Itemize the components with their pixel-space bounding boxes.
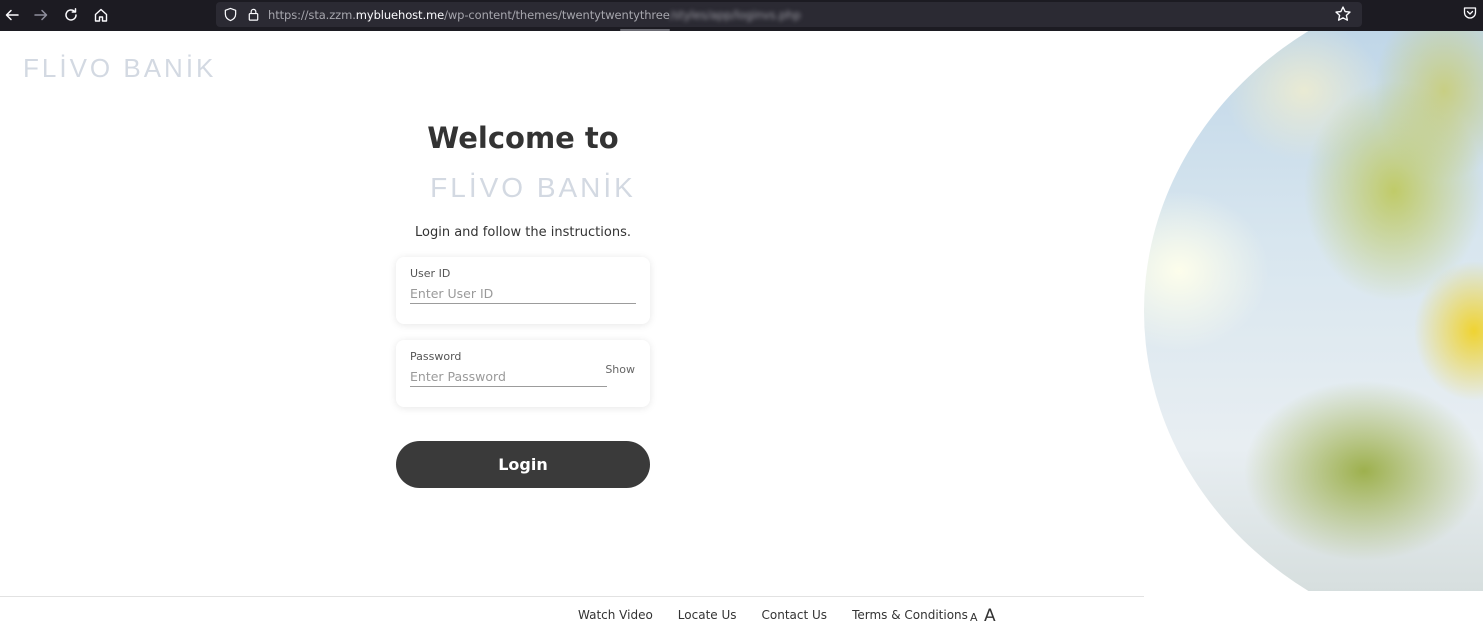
footer-link-terms[interactable]: Terms & Conditions bbox=[852, 608, 968, 622]
text-size-decrease[interactable]: A bbox=[970, 611, 979, 624]
url-text: https://sta.zzm.mybluehost.me/wp-content… bbox=[268, 8, 801, 22]
password-label: Password bbox=[410, 350, 462, 363]
footer-divider bbox=[0, 596, 1144, 597]
url-path: /wp-content/themes/twentytwentythree bbox=[444, 8, 670, 22]
footer-link-locate-us[interactable]: Locate Us bbox=[678, 608, 737, 622]
url-host: mybluehost.me bbox=[355, 8, 445, 22]
hero-image bbox=[1144, 31, 1483, 591]
user-id-label: User ID bbox=[410, 267, 451, 280]
home-icon[interactable] bbox=[89, 3, 113, 27]
footer-link-contact-us[interactable]: Contact Us bbox=[762, 608, 828, 622]
brand-logo[interactable]: FLİVO BANİK bbox=[23, 53, 216, 84]
password-card: Password Show bbox=[396, 340, 650, 407]
footer-links: Watch Video Locate Us Contact Us Terms &… bbox=[578, 608, 968, 622]
browser-toolbar: https://sta.zzm.mybluehost.me/wp-content… bbox=[0, 0, 1483, 31]
footer-link-watch-video[interactable]: Watch Video bbox=[578, 608, 653, 622]
url-prefix: https://sta.zzm. bbox=[268, 8, 356, 22]
text-size-increase[interactable]: A bbox=[984, 606, 997, 626]
address-bar[interactable]: https://sta.zzm.mybluehost.me/wp-content… bbox=[216, 2, 1362, 27]
bookmark-star-icon[interactable] bbox=[1334, 5, 1352, 23]
login-instructions: Login and follow the instructions. bbox=[415, 225, 631, 240]
password-input[interactable] bbox=[410, 366, 607, 387]
login-button[interactable]: Login bbox=[396, 441, 650, 488]
url-underline bbox=[620, 29, 670, 31]
user-id-card: User ID bbox=[396, 257, 650, 324]
url-obscured-path: /styles/app/loginvs.php bbox=[669, 8, 801, 22]
flower-photo bbox=[1144, 31, 1483, 591]
text-size-control: A A bbox=[970, 606, 997, 626]
back-arrow-icon[interactable] bbox=[0, 3, 24, 27]
center-logo: FLİVO BANİK bbox=[430, 172, 636, 203]
pocket-icon[interactable] bbox=[1462, 5, 1478, 21]
user-id-input[interactable] bbox=[410, 283, 636, 304]
shield-icon[interactable] bbox=[223, 7, 238, 22]
reload-icon[interactable] bbox=[59, 3, 83, 27]
welcome-heading: Welcome to bbox=[427, 121, 619, 155]
forward-arrow-icon[interactable] bbox=[29, 3, 53, 27]
show-password-toggle[interactable]: Show bbox=[605, 363, 635, 376]
lock-icon[interactable] bbox=[246, 7, 261, 22]
